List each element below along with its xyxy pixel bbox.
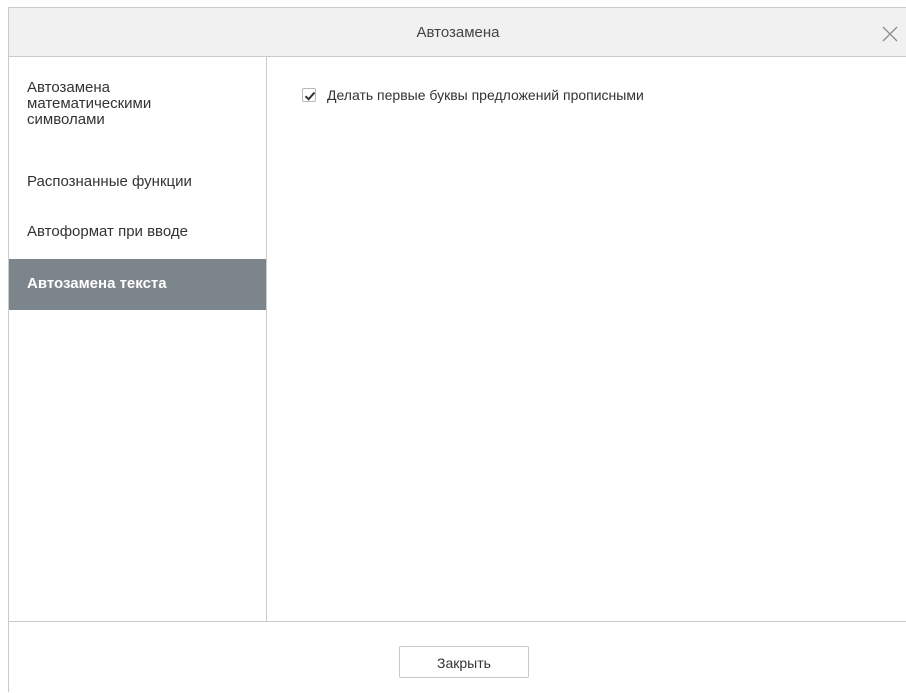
close-icon[interactable] <box>881 25 899 43</box>
dialog-footer: Закрыть <box>9 621 906 693</box>
sidebar: Автозамена математическими символами Рас… <box>9 57 267 621</box>
sidebar-item-recognized-functions[interactable]: Распознанные функции <box>9 173 266 199</box>
sidebar-item-math-autocorrect[interactable]: Автозамена математическими символами <box>9 80 266 142</box>
capitalize-sentences-label: Делать первые буквы предложений прописны… <box>327 87 644 103</box>
autocorrect-dialog: Автозамена Автозамена математическими си… <box>8 7 906 692</box>
sidebar-item-label: Распознанные функции <box>27 173 192 190</box>
sidebar-item-label: Автоформат при вводе <box>27 223 188 240</box>
close-button[interactable]: Закрыть <box>399 646 529 678</box>
checkmark-icon <box>304 91 316 101</box>
sidebar-item-autoformat[interactable]: Автоформат при вводе <box>9 223 266 249</box>
sidebar-item-label: Автозамена математическими символами <box>27 79 152 128</box>
sidebar-item-text-autocorrect[interactable]: Автозамена текста <box>9 259 266 310</box>
capitalize-sentences-option[interactable]: Делать первые буквы предложений прописны… <box>302 86 644 104</box>
content-panel: Делать первые буквы предложений прописны… <box>267 57 906 621</box>
dialog-title: Автозамена <box>416 24 500 41</box>
dialog-titlebar: Автозамена <box>9 8 906 57</box>
capitalize-sentences-checkbox[interactable] <box>302 88 316 102</box>
sidebar-item-label: Автозамена текста <box>27 275 167 292</box>
